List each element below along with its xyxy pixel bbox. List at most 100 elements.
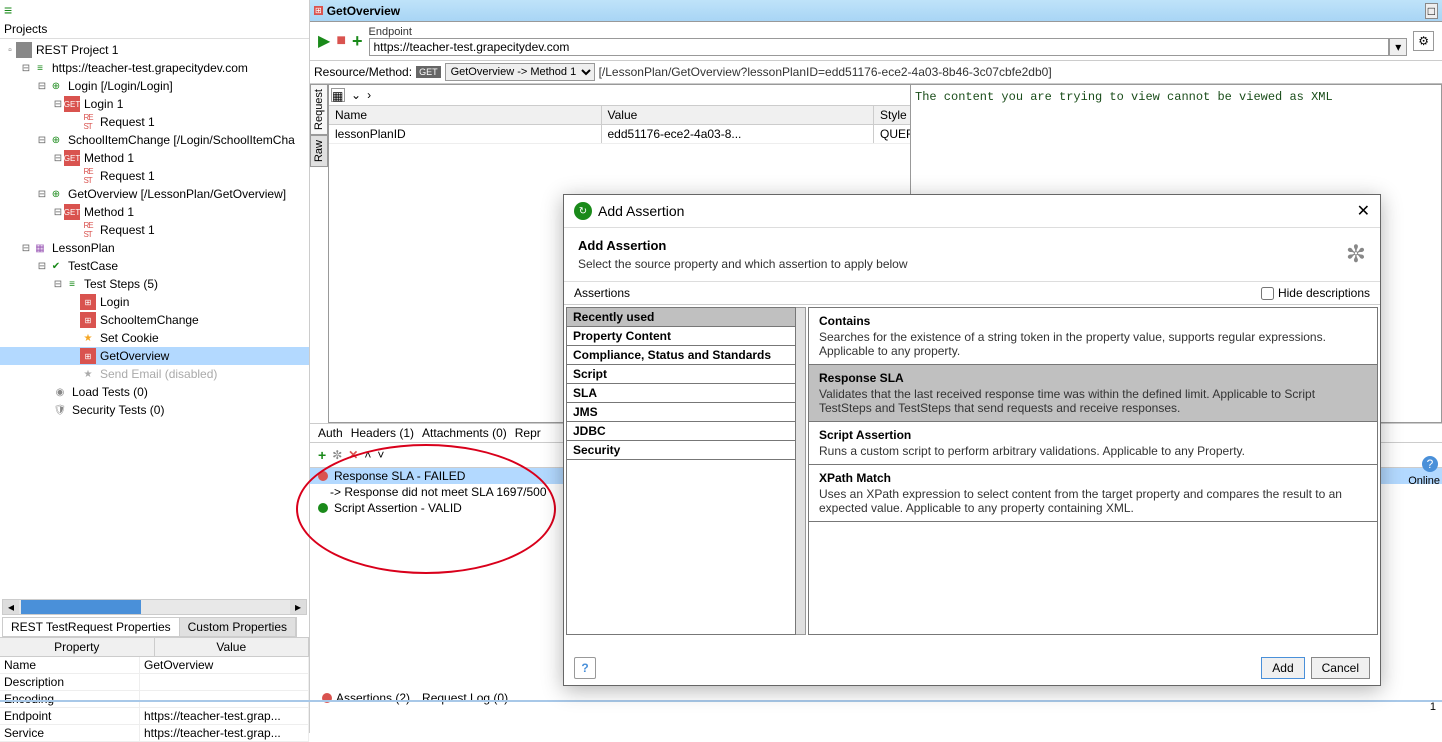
prop-header-property: Property (0, 638, 155, 656)
prop-row[interactable]: Description (0, 674, 309, 691)
tree-lessonplan[interactable]: ⊟▦LessonPlan (0, 239, 309, 257)
cat-jdbc[interactable]: JDBC (567, 422, 795, 441)
tab-custom-properties[interactable]: Custom Properties (180, 618, 296, 636)
tab-raw[interactable]: Raw (310, 135, 328, 167)
move-down-icon[interactable]: ˅ (377, 448, 384, 462)
status-divider (0, 700, 1442, 702)
tab-auth[interactable]: Auth (318, 426, 343, 440)
cancel-button[interactable]: Cancel (1311, 657, 1370, 679)
category-list[interactable]: Recently used Property Content Complianc… (566, 307, 796, 635)
request-url: [/LessonPlan/GetOverview?lessonPlanID=ed… (599, 65, 1052, 79)
help-button[interactable]: ? (574, 657, 596, 679)
run-button[interactable]: ▶ (318, 31, 330, 51)
scroll-right-icon[interactable]: ▸ (290, 600, 306, 614)
tree-request1b[interactable]: RESTRequest 1 (0, 167, 309, 185)
cat-compliance[interactable]: Compliance, Status and Standards (567, 346, 795, 365)
tree-request1c[interactable]: RESTRequest 1 (0, 221, 309, 239)
params-tool-icon[interactable]: ▦ (331, 88, 345, 102)
prop-row[interactable]: Servicehttps://teacher-test.grap... (0, 725, 309, 742)
endpoint-dropdown[interactable]: ▾ (1389, 38, 1407, 56)
delete-assertion-button[interactable]: ✕ (348, 448, 358, 462)
status-failed-icon (318, 471, 328, 481)
project-tree[interactable]: ▫REST Project 1 ⊟≡https://teacher-test.g… (0, 39, 309, 594)
tree-method1b[interactable]: ⊟GETMethod 1 (0, 203, 309, 221)
config-icon[interactable]: ⚙ (1413, 31, 1434, 51)
tree-project[interactable]: ▫REST Project 1 (0, 41, 309, 59)
cat-jms[interactable]: JMS (567, 403, 795, 422)
tree-scrollbar[interactable]: ◂ ▸ (2, 599, 307, 615)
method-select[interactable]: GetOverview -> Method 1 (445, 63, 595, 81)
stop-button[interactable]: ■ (336, 32, 346, 50)
status-valid-icon (318, 503, 328, 513)
maximize-button[interactable]: □ (1425, 3, 1438, 19)
assert-contains[interactable]: ContainsSearches for the existence of a … (809, 308, 1377, 365)
cat-script[interactable]: Script (567, 365, 795, 384)
tree-sic[interactable]: ⊟⊕SchoolItemChange [/Login/SchoolItemCha (0, 131, 309, 149)
add-assertion-button[interactable]: + (318, 447, 326, 463)
add-button[interactable]: + (352, 31, 363, 52)
dialog-heading: Add Assertion (578, 238, 908, 253)
move-up-icon[interactable]: ˄ (364, 448, 371, 462)
tab-repr[interactable]: Repr (515, 426, 541, 440)
assert-script[interactable]: Script AssertionRuns a custom script to … (809, 422, 1377, 465)
projects-label: Projects (0, 20, 309, 39)
gear-icon: ✼ (1346, 240, 1366, 269)
category-scrollbar[interactable] (796, 307, 806, 635)
hide-descriptions-checkbox[interactable]: Hide descriptions (1261, 286, 1370, 300)
tab-attachments[interactable]: Attachments (0) (422, 426, 507, 440)
online-label: Online (1408, 475, 1440, 487)
cat-property-content[interactable]: Property Content (567, 327, 795, 346)
assert-response-sla[interactable]: Response SLAValidates that the last rece… (809, 365, 1377, 422)
tab-request[interactable]: Request (310, 84, 328, 135)
editor-title: GetOverview (327, 4, 400, 18)
tree-step-login[interactable]: ⊞Login (0, 293, 309, 311)
prop-row[interactable]: Endpointhttps://teacher-test.grap... (0, 708, 309, 725)
add-assertion-dialog: ↻ Add Assertion ✕ Add Assertion Select t… (563, 194, 1381, 686)
prop-header-value: Value (155, 638, 310, 656)
close-button[interactable]: ✕ (1357, 201, 1370, 221)
endpoint-input[interactable] (369, 38, 1390, 56)
tab-request-log[interactable]: Request Log (0) (422, 691, 508, 705)
assertions-label: Assertions (574, 286, 630, 300)
help-icon[interactable]: ? (1422, 456, 1438, 472)
prop-row[interactable]: NameGetOverview (0, 657, 309, 674)
cat-security[interactable]: Security (567, 441, 795, 460)
dialog-title: Add Assertion (598, 203, 684, 219)
tab-headers[interactable]: Headers (1) (351, 426, 414, 440)
tree-request1a[interactable]: RESTRequest 1 (0, 113, 309, 131)
tree-login1[interactable]: ⊟GETLogin 1 (0, 95, 309, 113)
scroll-left-icon[interactable]: ◂ (3, 600, 19, 614)
tree-step-getoverview[interactable]: ⊞GetOverview (0, 347, 309, 365)
response-text: The content you are trying to view canno… (915, 90, 1333, 104)
cat-sla[interactable]: SLA (567, 384, 795, 403)
method-badge: GET (416, 66, 441, 78)
tree-step-email[interactable]: ★Send Email (disabled) (0, 365, 309, 383)
soapui-icon: ↻ (574, 202, 592, 220)
col-value: Value (602, 106, 875, 124)
resource-label: Resource/Method: (314, 65, 412, 79)
gear-icon[interactable]: ✼ (332, 448, 342, 462)
hamburger-icon[interactable]: ≡ (0, 0, 309, 20)
tree-sectests[interactable]: 🛡Security Tests (0) (0, 401, 309, 419)
assertion-type-list[interactable]: ContainsSearches for the existence of a … (808, 307, 1378, 635)
endpoint-label: Endpoint (369, 26, 1408, 38)
tree-loadtests[interactable]: ◉Load Tests (0) (0, 383, 309, 401)
tree-step-cookie[interactable]: ★Set Cookie (0, 329, 309, 347)
rest-icon: ⊞ (314, 6, 323, 15)
tree-method1a[interactable]: ⊟GETMethod 1 (0, 149, 309, 167)
assert-xpath[interactable]: XPath MatchUses an XPath expression to s… (809, 465, 1377, 522)
tree-step-sic[interactable]: ⊞SchooltemChange (0, 311, 309, 329)
tree-endpoint[interactable]: ⊟≡https://teacher-test.grapecitydev.com (0, 59, 309, 77)
tree-testcase[interactable]: ⊟✔TestCase (0, 257, 309, 275)
add-button[interactable]: Add (1261, 657, 1304, 679)
scroll-thumb[interactable] (21, 600, 141, 614)
tree-teststeps[interactable]: ⊟≡Test Steps (5) (0, 275, 309, 293)
tree-getoverview[interactable]: ⊟⊕GetOverview [/LessonPlan/GetOverview] (0, 185, 309, 203)
tab-assertions[interactable]: Assertions (2) (322, 691, 410, 705)
tree-login[interactable]: ⊟⊕Login [/Login/Login] (0, 77, 309, 95)
properties-table: Property Value NameGetOverview Descripti… (0, 637, 309, 733)
cat-recently-used[interactable]: Recently used (567, 308, 795, 327)
chevron-down-icon[interactable]: ⌄ (351, 88, 361, 102)
tab-rest-properties[interactable]: REST TestRequest Properties (3, 618, 180, 636)
chevron-right-icon[interactable]: › (367, 88, 371, 102)
